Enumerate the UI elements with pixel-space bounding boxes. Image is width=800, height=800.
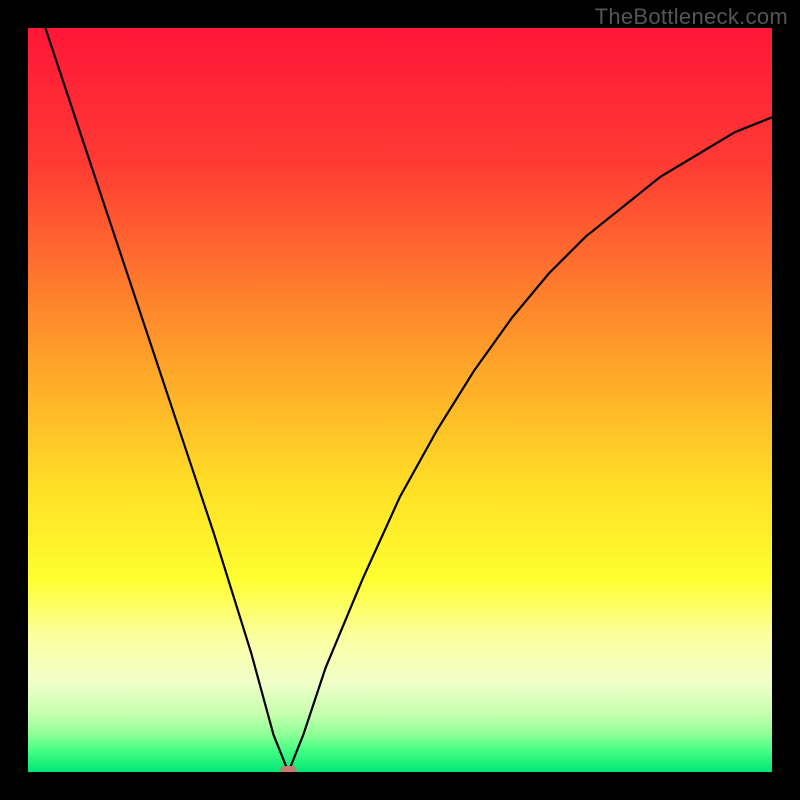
- bottleneck-curve: [28, 28, 772, 772]
- watermark-text: TheBottleneck.com: [595, 4, 788, 30]
- optimal-point-marker: [280, 766, 296, 772]
- plot-area: [28, 28, 772, 772]
- chart-frame: TheBottleneck.com: [0, 0, 800, 800]
- curve-svg: [28, 28, 772, 772]
